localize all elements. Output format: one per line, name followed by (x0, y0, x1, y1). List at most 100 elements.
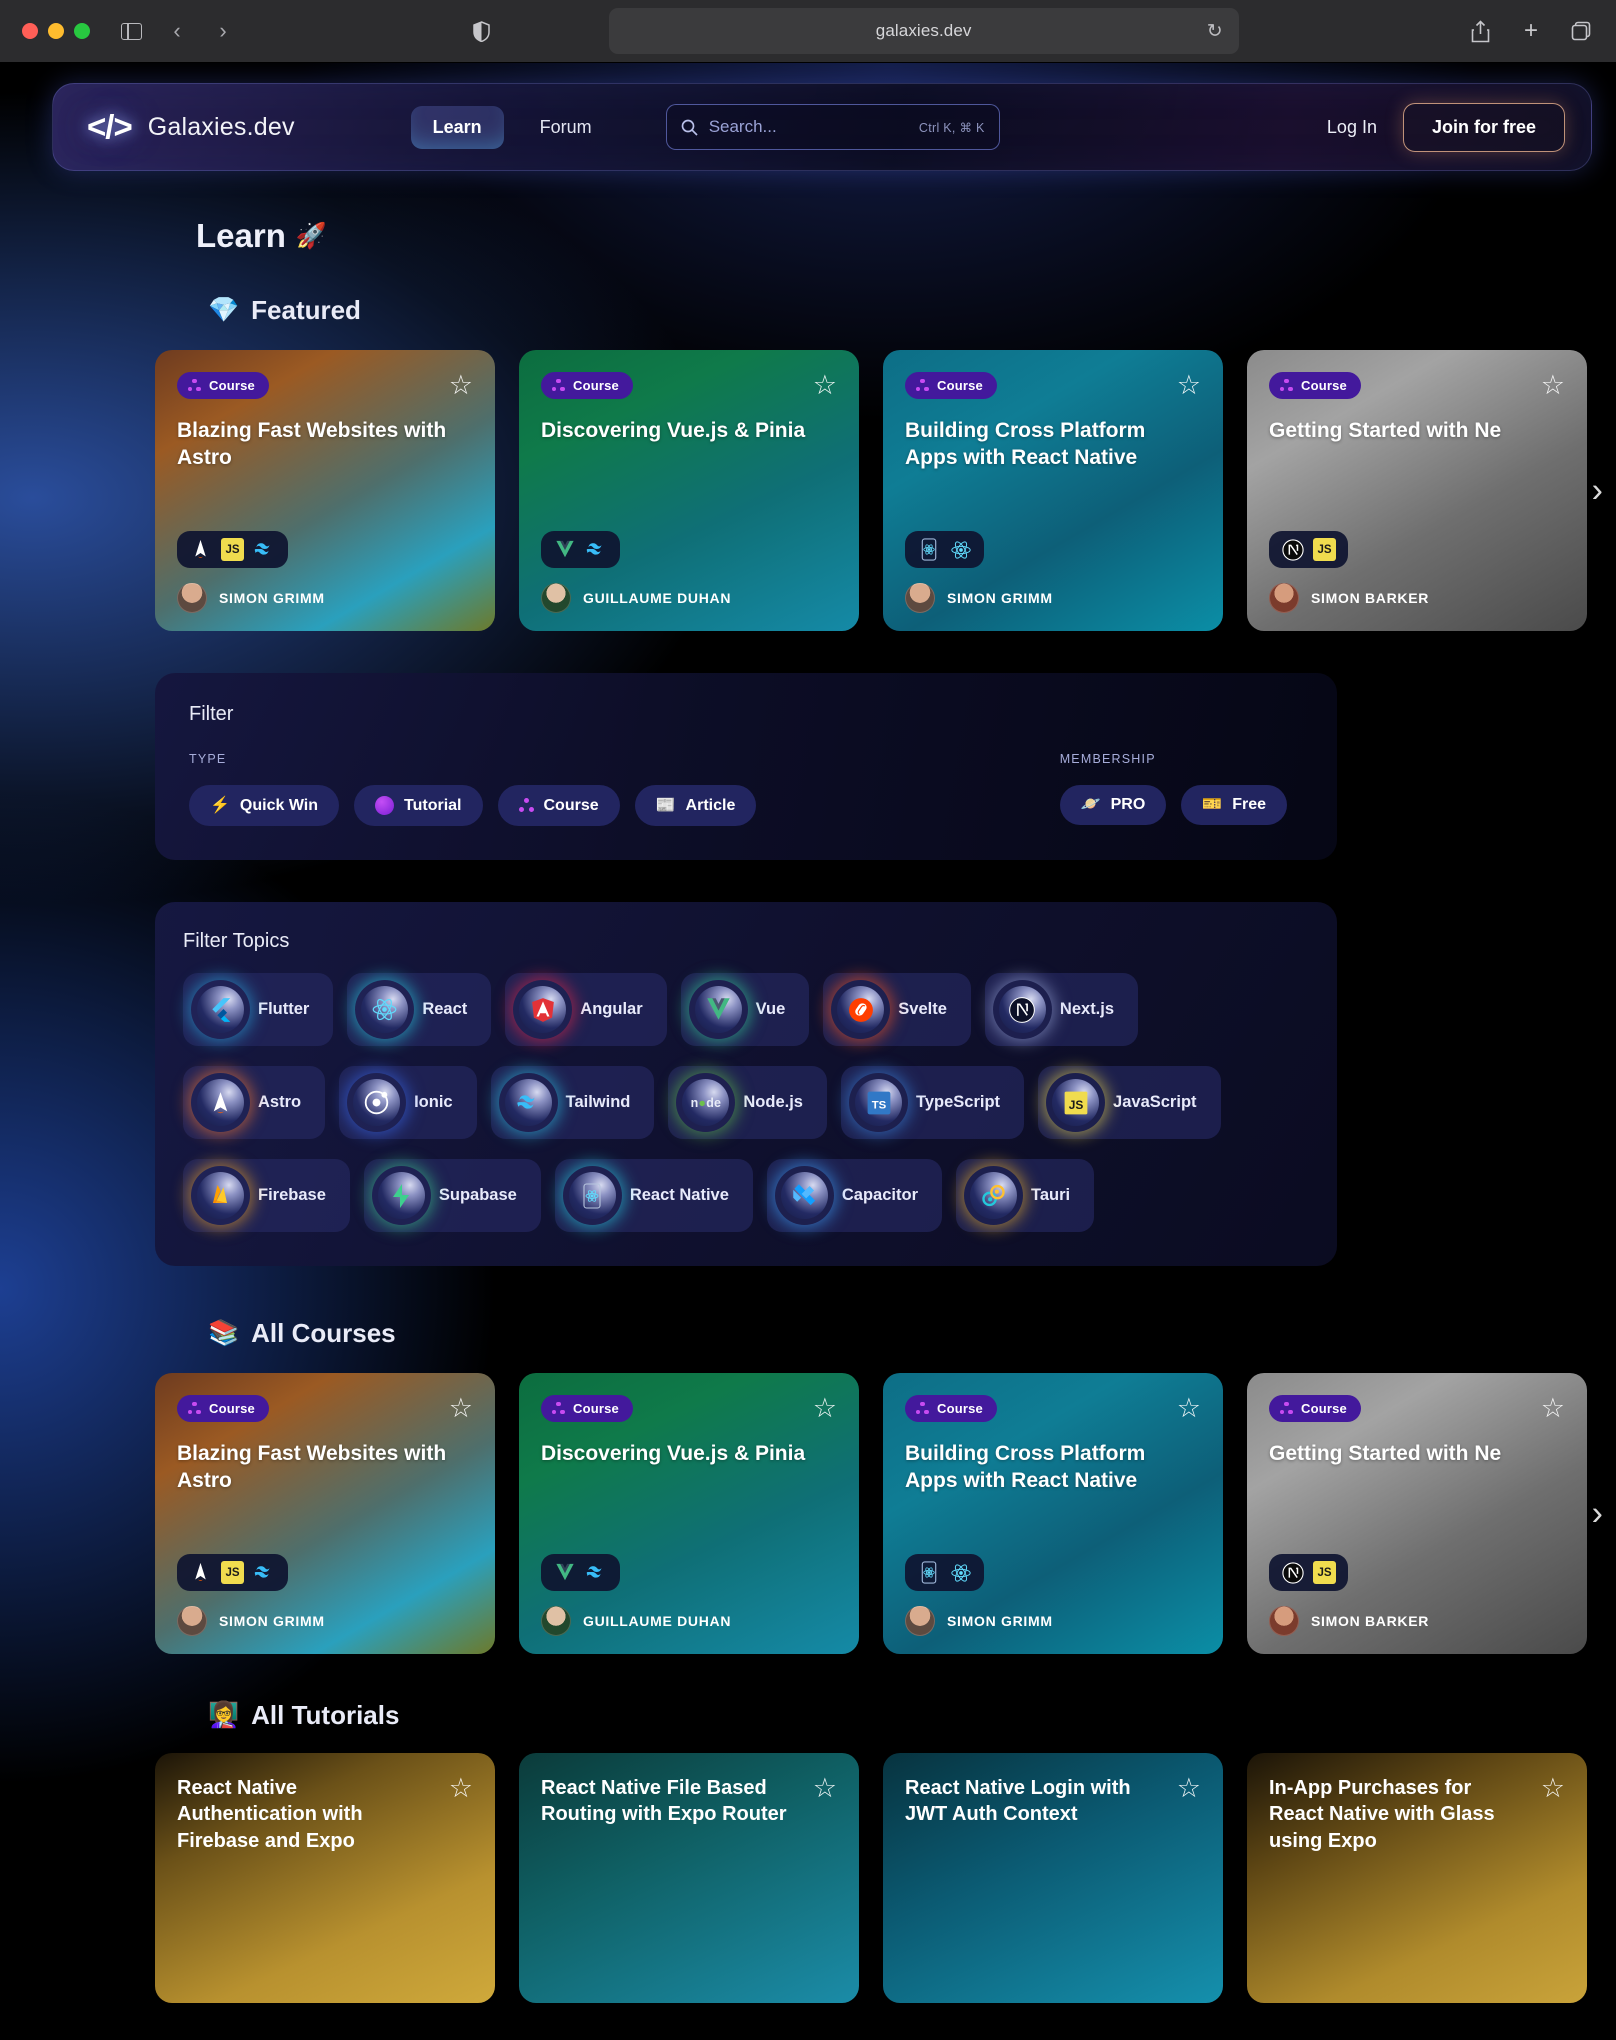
tabs-icon[interactable] (1568, 18, 1594, 44)
topic-javascript[interactable]: JS JavaScript (1038, 1066, 1221, 1139)
topic-flutter[interactable]: Flutter (183, 973, 334, 1046)
search-input[interactable]: Search... Ctrl K, ⌘ K (665, 104, 1000, 150)
plus-icon[interactable]: + (1518, 18, 1544, 44)
course-card[interactable]: Course ☆ Discovering Vue.js & Pinia GUILLAU… (519, 1373, 859, 1654)
course-tech-stack: JS (177, 1554, 288, 1591)
address-bar[interactable]: galaxies.dev ↻ (608, 8, 1239, 54)
course-author: SIMON BARKER (1269, 583, 1565, 613)
nav-item-learn[interactable]: Learn (410, 105, 504, 149)
bookmark-star-icon[interactable]: ☆ (813, 372, 837, 399)
topic-next-js[interactable]: Next.js (984, 973, 1139, 1046)
bookmark-star-icon[interactable]: ☆ (1177, 372, 1201, 399)
topic-react-native[interactable]: React Native (554, 1159, 753, 1232)
topic-label: Firebase (258, 1186, 326, 1204)
brand-logo[interactable]: </> Galaxies.dev (87, 108, 295, 146)
course-card[interactable]: Course ☆ Getting Started with Ne JS SIMON BA… (1247, 350, 1587, 631)
course-tech-stack (541, 1554, 620, 1591)
topic-svelte[interactable]: Svelte (823, 973, 971, 1046)
filter-type-label: Tutorial (404, 796, 462, 814)
filter-type-quick-win[interactable]: ⚡ Quick Win (189, 785, 340, 826)
topic-typescript[interactable]: TS TypeScript (841, 1066, 1025, 1139)
course-card[interactable]: Course ☆ Building Cross Platform Apps with… (883, 1373, 1223, 1654)
bookmark-star-icon[interactable]: ☆ (1177, 1395, 1201, 1422)
bookmark-star-icon[interactable]: ☆ (1541, 1395, 1565, 1422)
bookmark-star-icon[interactable]: ☆ (1541, 1775, 1565, 1802)
course-author: SIMON GRIMM (177, 583, 473, 613)
course-card[interactable]: Course ☆ Building Cross Platform Apps with… (883, 350, 1223, 631)
course-card[interactable]: Course ☆ Getting Started with Ne JS SIMON BA… (1247, 1373, 1587, 1654)
javascript-icon: JS (221, 1561, 244, 1584)
topic-label: Ionic (414, 1093, 453, 1111)
window-traffic-lights[interactable] (22, 23, 90, 39)
back-arrow-icon[interactable]: ‹ (164, 18, 190, 44)
bookmark-star-icon[interactable]: ☆ (449, 1395, 473, 1422)
minimize-window-button[interactable] (48, 23, 64, 39)
course-card[interactable]: Course ☆ Blazing Fast Websites with Astro J… (155, 1373, 495, 1654)
carousel-next-icon[interactable]: › (1592, 1494, 1603, 1533)
nav-item-forum[interactable]: Forum (518, 106, 614, 149)
topic-astro[interactable]: Astro (183, 1066, 326, 1139)
filter-type-tutorial[interactable]: Tutorial (354, 785, 483, 826)
bookmark-star-icon[interactable]: ☆ (1177, 1775, 1201, 1802)
filter-type-article[interactable]: 📰 Article (634, 785, 757, 826)
tauri-icon (970, 1172, 1017, 1219)
author-name: SIMON GRIMM (947, 1613, 1053, 1629)
topic-node-js[interactable]: n●de Node.js (668, 1066, 827, 1139)
ionic-icon (353, 1079, 401, 1126)
filter-membership-label: MEMBERSHIP (1059, 752, 1156, 766)
join-for-free-button[interactable]: Join for free (1402, 102, 1565, 152)
books-icon: 📚 (208, 1319, 240, 1347)
tutorial-card[interactable]: React Native File Based Routing with Exp… (519, 1753, 859, 2003)
topic-tauri[interactable]: Tauri (956, 1159, 1095, 1232)
tailwind-icon (585, 538, 608, 561)
carousel-next-icon[interactable]: › (1592, 471, 1603, 510)
topic-capacitor[interactable]: Capacitor (766, 1159, 942, 1232)
course-dots-icon (552, 379, 565, 392)
topic-react[interactable]: React (347, 973, 492, 1046)
sidebar-icon[interactable] (118, 18, 144, 44)
bookmark-star-icon[interactable]: ☆ (813, 1395, 837, 1422)
topic-label: Angular (580, 1000, 643, 1018)
tutorial-card[interactable]: React Native Login with JWT Auth Context… (883, 1753, 1223, 2003)
share-icon[interactable] (1468, 18, 1494, 44)
vue-icon (694, 986, 742, 1033)
tutorial-title: React Native Login with JWT Auth Context (905, 1777, 1131, 1826)
shield-icon[interactable] (468, 18, 494, 44)
topic-ionic[interactable]: Ionic (339, 1066, 477, 1139)
search-icon (681, 119, 698, 136)
topic-firebase[interactable]: Firebase (183, 1159, 350, 1232)
course-tech-stack: JS (1269, 531, 1348, 568)
topic-vue[interactable]: Vue (680, 973, 810, 1046)
maximize-window-button[interactable] (74, 23, 90, 39)
next-js-icon (998, 986, 1046, 1033)
course-card[interactable]: Course ☆ Blazing Fast Websites with Astro J… (155, 350, 495, 631)
forward-arrow-icon[interactable]: › (210, 18, 236, 44)
course-dots-icon (916, 379, 929, 392)
bookmark-star-icon[interactable]: ☆ (449, 1775, 473, 1802)
filter-membership-free[interactable]: 🎫 Free (1181, 785, 1287, 825)
free-icon: 🎫 (1202, 796, 1223, 813)
tailwind-icon (504, 1079, 552, 1126)
avatar (905, 1606, 935, 1636)
course-card[interactable]: Course ☆ Discovering Vue.js & Pinia GUILLAU… (519, 350, 859, 631)
topic-supabase[interactable]: Supabase (363, 1159, 541, 1232)
topic-label: React (422, 1000, 468, 1018)
bookmark-star-icon[interactable]: ☆ (449, 372, 473, 399)
filter-membership-pro[interactable]: 🪐 PRO (1059, 785, 1167, 825)
course-badge-label: Course (1301, 378, 1347, 393)
course-title: Building Cross Platform Apps with React … (905, 1442, 1146, 1492)
tutorial-card[interactable]: In-App Purchases for React Native with G… (1247, 1753, 1587, 2003)
bookmark-star-icon[interactable]: ☆ (1541, 372, 1565, 399)
filter-type-course[interactable]: Course (497, 785, 620, 826)
topic-tailwind[interactable]: Tailwind (490, 1066, 655, 1139)
react-native-icon (917, 538, 940, 561)
topic-angular[interactable]: Angular (505, 973, 667, 1046)
topic-row: Firebase Supabase React Native Capacitor Tau… (183, 1159, 1307, 1232)
quick win-icon: ⚡ (210, 796, 230, 814)
close-window-button[interactable] (22, 23, 38, 39)
bookmark-star-icon[interactable]: ☆ (813, 1775, 837, 1802)
reload-icon[interactable]: ↻ (1207, 20, 1223, 43)
tutorial-card[interactable]: React Native Authentication with Firebas… (155, 1753, 495, 2003)
course-author: GUILLAUME DUHAN (541, 1606, 837, 1636)
login-link[interactable]: Log In (1327, 117, 1377, 138)
